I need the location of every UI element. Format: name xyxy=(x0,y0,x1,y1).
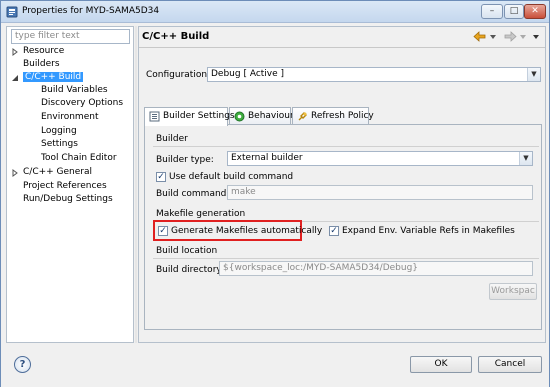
tab-label: Refresh Policy xyxy=(311,111,374,121)
build-directory-label: Build directory: xyxy=(156,265,225,275)
tree-item-cc-general[interactable]: C/C++ General xyxy=(11,166,92,179)
workspace-button[interactable]: Workspac xyxy=(489,283,537,300)
window-title: Properties for MYD-SAMA5D34 xyxy=(22,6,160,16)
tree-item-label: Environment xyxy=(41,112,99,122)
tree-item-project-references[interactable]: Project References xyxy=(11,180,107,193)
refresh-policy-icon xyxy=(298,112,307,121)
chevron-down-icon: ▼ xyxy=(519,152,532,165)
tree-item-resource[interactable]: Resource xyxy=(11,45,64,58)
page-title: C/C++ Build xyxy=(142,31,210,42)
tree-item-environment[interactable]: Environment xyxy=(11,111,98,124)
ok-button[interactable]: OK xyxy=(410,356,472,373)
tree-item-tool-chain-editor[interactable]: Tool Chain Editor xyxy=(11,152,117,165)
pane-splitter[interactable] xyxy=(135,26,137,343)
tab-label: Builder Settings xyxy=(163,111,235,121)
expand-arrow-icon[interactable] xyxy=(11,48,19,56)
configuration-label: Configuration: xyxy=(146,70,211,80)
builder-type-value: External builder xyxy=(231,153,303,163)
tree-item-label: Settings xyxy=(41,139,78,149)
tree-item-label: C/C++ Build xyxy=(23,72,84,82)
tree-item-label: Logging xyxy=(41,126,77,136)
tree-item-label: Resource xyxy=(23,46,65,56)
tree-item-label: Project References xyxy=(23,181,107,191)
tab-refresh-policy[interactable]: Refresh Policy xyxy=(292,107,374,125)
tree-item-label: Run/Debug Settings xyxy=(23,194,113,204)
tree-item-build-variables[interactable]: Build Variables xyxy=(11,84,108,97)
properties-app-icon xyxy=(6,6,18,18)
tree-item-label: Build Variables xyxy=(41,85,108,95)
group-divider xyxy=(153,258,539,259)
configuration-value: Debug [ Active ] xyxy=(211,69,285,79)
forward-dropdown-icon[interactable] xyxy=(519,33,527,40)
build-location-group-title: Build location xyxy=(156,246,218,256)
build-directory-field[interactable]: ${workspace_loc:/MYD-SAMA5D34/Debug} xyxy=(219,261,533,276)
back-dropdown-icon[interactable] xyxy=(489,33,497,40)
builder-settings-panel: Builder Builder type: External builder ▼… xyxy=(144,124,542,330)
property-tree-pane: type filter text Resource Builders C/C++… xyxy=(6,26,134,343)
tree-item-label: C/C++ General xyxy=(23,167,93,177)
properties-dialog: Properties for MYD-SAMA5D34 – □ ✕ type f… xyxy=(0,0,550,387)
tree-item-label: Builders xyxy=(23,59,60,69)
title-bar: Properties for MYD-SAMA5D34 – □ ✕ xyxy=(1,1,549,23)
tab-behaviour[interactable]: Behaviour xyxy=(229,107,294,125)
help-icon[interactable]: ? xyxy=(14,356,31,373)
chevron-down-icon: ▼ xyxy=(527,68,540,81)
use-default-build-command-checkbox[interactable]: ✓ xyxy=(156,172,166,182)
tree-item-settings[interactable]: Settings xyxy=(11,138,78,151)
group-divider xyxy=(153,146,539,147)
tree-item-label: Discovery Options xyxy=(41,98,124,108)
close-button[interactable]: ✕ xyxy=(524,4,546,19)
minimize-button[interactable]: – xyxy=(481,4,503,19)
build-command-label: Build command: xyxy=(156,189,230,199)
builder-type-label: Builder type: xyxy=(156,155,214,165)
view-menu-icon[interactable] xyxy=(532,33,540,40)
tree-item-label: Tool Chain Editor xyxy=(41,153,117,163)
cancel-button[interactable]: Cancel xyxy=(478,356,542,373)
dialog-button-bar: ? OK Cancel xyxy=(1,345,549,387)
builder-type-select[interactable]: External builder ▼ xyxy=(227,151,533,166)
expand-env-vars-checkbox[interactable]: ✓ xyxy=(329,226,339,236)
tree-item-run-debug-settings[interactable]: Run/Debug Settings xyxy=(11,193,113,206)
tree-item-logging[interactable]: Logging xyxy=(11,125,77,138)
close-icon: ✕ xyxy=(531,6,539,16)
expand-env-vars-label: Expand Env. Variable Refs in Makefiles xyxy=(342,226,515,236)
title-separator xyxy=(139,47,545,48)
use-default-build-command-label: Use default build command xyxy=(169,172,294,182)
tree-item-discovery-options[interactable]: Discovery Options xyxy=(11,97,123,110)
behaviour-icon xyxy=(234,111,245,122)
tab-builder-settings[interactable]: Builder Settings xyxy=(144,107,235,126)
configuration-select[interactable]: Debug [ Active ] ▼ xyxy=(207,67,541,82)
build-command-field[interactable]: make xyxy=(227,185,533,200)
property-page: C/C++ Build Configuration: Debug [ Activ… xyxy=(138,26,546,343)
tree-item-cc-build[interactable]: C/C++ Build xyxy=(11,71,84,84)
filter-input[interactable]: type filter text xyxy=(11,29,130,44)
builder-settings-icon xyxy=(149,111,160,122)
generate-makefiles-checkbox[interactable]: ✓ xyxy=(158,226,168,236)
collapse-arrow-icon[interactable] xyxy=(11,74,19,82)
tab-label: Behaviour xyxy=(248,111,294,121)
maximize-icon: □ xyxy=(509,6,519,16)
makefile-group-title: Makefile generation xyxy=(156,209,246,219)
generate-makefiles-label: Generate Makefiles automatically xyxy=(171,226,323,236)
tree-item-builders[interactable]: Builders xyxy=(11,58,60,71)
expand-arrow-icon[interactable] xyxy=(11,169,19,177)
minimize-icon: – xyxy=(489,6,495,16)
builder-group-title: Builder xyxy=(156,134,188,144)
back-arrow-icon[interactable] xyxy=(473,31,487,42)
maximize-button[interactable]: □ xyxy=(504,4,524,19)
forward-arrow-icon[interactable] xyxy=(503,31,517,42)
